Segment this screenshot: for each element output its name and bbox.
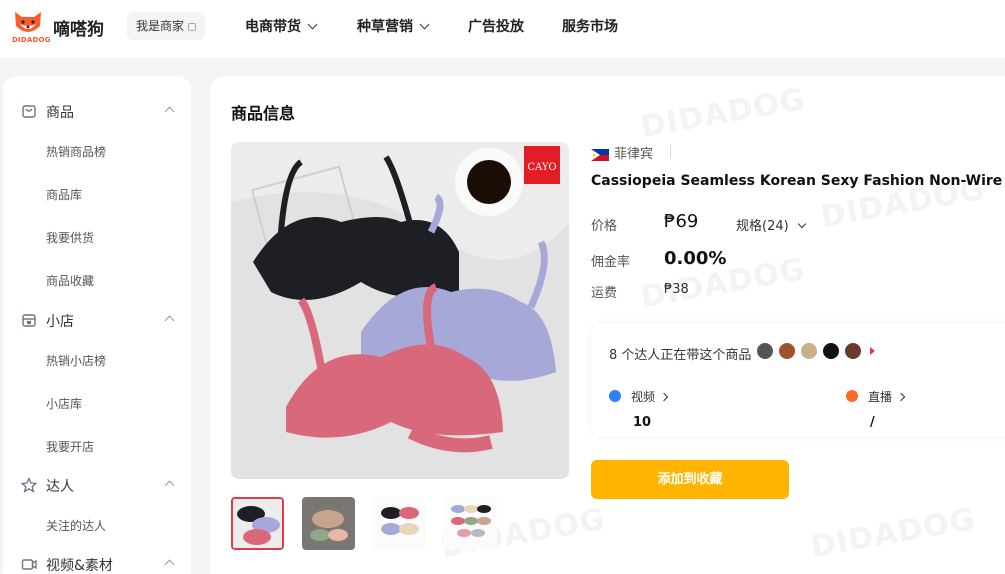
chevron-down-icon [419,19,430,30]
sidebar-group-label: 达人 [46,479,74,495]
shipping-label: 运费 [591,286,618,301]
chevron-down-icon [307,19,318,30]
thumbnail-image [233,499,282,548]
chevron-right-icon [659,392,669,402]
watermark: DIDADOG [638,81,808,146]
sidebar-item-product-library[interactable]: 商品库 [46,186,82,203]
spec-dropdown[interactable]: 规格(24) [736,215,806,234]
chevron-right-icon [896,392,906,402]
sidebar-group-label: 视频&素材 [46,558,113,574]
thumbnail-3[interactable] [373,497,426,550]
sidebar: 商品 热销商品榜 商品库 我要供货 商品收藏 小店 热销小店榜 小店库 我要开店… [3,76,191,574]
video-label: 视频 [631,390,656,404]
logo-cn-text: 嘀嗒狗 [53,20,104,40]
star-icon [21,477,37,493]
product-title: Cassiopeia Seamless Korean Sexy Fashion … [591,173,1005,189]
nav-service-market[interactable]: 服务市场 [562,16,618,36]
chevron-up-icon [164,315,175,326]
chevron-down-icon [797,219,806,229]
play-icon[interactable] [870,347,875,355]
nav-label: 服务市场 [562,19,618,35]
chevron-up-icon [164,106,175,117]
sidebar-item-shop-library[interactable]: 小店库 [46,395,82,412]
product-detail-panel: DIDADOG DIDADOG DIDADOG DIDADOG DIDADOG … [210,76,1005,574]
avatar[interactable] [844,342,862,360]
nav-label: 种草营销 [357,19,413,35]
sidebar-item-favorites[interactable]: 商品收藏 [46,272,94,289]
product-icon [22,105,36,118]
live-stat-icon [846,390,858,402]
shipping-value: ₱38 [664,282,689,297]
commission-label: 佣金率 [591,255,631,270]
logo[interactable]: DIDADOG 嘀嗒狗 [12,8,110,46]
commission-value: 0.00% [664,248,727,269]
thumbnail-image [444,497,497,550]
live-stat-link[interactable]: 直播 [868,388,906,405]
dog-logo-icon [15,12,41,32]
sidebar-item-hot-products[interactable]: 热销商品榜 [46,143,106,160]
thumbnail-image [373,497,426,550]
avatar[interactable] [756,342,774,360]
thumbnail-4[interactable] [444,497,497,550]
thumbnail-image [302,497,355,550]
nav-label: 电商带货 [245,19,301,35]
sidebar-group-label: 商品 [46,105,74,121]
thumbnail-2[interactable] [302,497,355,550]
philippines-flag-icon [591,148,609,161]
divider [670,144,671,158]
live-count: / [870,415,875,430]
avatar[interactable] [778,342,796,360]
region-label: 菲律宾 [614,147,654,162]
sidebar-group-influencers[interactable]: 达人 [3,473,191,497]
chevron-up-icon [164,559,175,570]
logo-en-text: DIDADOG [12,36,51,44]
external-link-icon [188,22,197,31]
nav-ads[interactable]: 广告投放 [468,16,524,36]
video-count: 10 [633,415,652,430]
nav-label: 广告投放 [468,19,524,35]
sidebar-item-supply[interactable]: 我要供货 [46,229,94,246]
influencer-card: 8 个达人正在带这个商品 视频 10 直播 / [591,324,1005,436]
influencer-count-text: 8 个达人正在带这个商品 [609,348,752,363]
price-value: ₱69 [664,211,699,232]
thumbnail-1[interactable] [231,497,284,550]
brand-label: CAYO [527,162,556,173]
nav-ecommerce[interactable]: 电商带货 [245,16,318,36]
sidebar-item-followed-influencers[interactable]: 关注的达人 [46,517,106,534]
video-stat-icon [609,390,621,402]
avatar[interactable] [800,342,818,360]
sidebar-group-video[interactable]: 视频&素材 [3,552,191,574]
sidebar-item-open-shop[interactable]: 我要开店 [46,438,94,455]
merchant-link[interactable]: 我是商家 [127,12,206,40]
top-navbar: DIDADOG 嘀嗒狗 我是商家 电商带货 种草营销 广告投放 服务市场 [0,0,1005,58]
spec-label: 规格(24) [736,219,789,234]
sidebar-group-shop[interactable]: 小店 [3,308,191,332]
chevron-up-icon [164,480,175,491]
product-image[interactable]: CAYO [231,142,569,479]
price-label: 价格 [591,219,618,234]
video-icon [21,559,37,570]
merchant-label: 我是商家 [136,19,185,33]
live-label: 直播 [868,390,893,404]
section-title: 商品信息 [231,104,296,123]
sidebar-group-label: 小店 [46,314,74,330]
watermark: DIDADOG [808,501,978,566]
video-stat-link[interactable]: 视频 [631,388,669,405]
nav-marketing[interactable]: 种草营销 [357,16,430,36]
sidebar-item-hot-shops[interactable]: 热销小店榜 [46,352,106,369]
add-to-favorites-button[interactable]: 添加到收藏 [591,460,789,499]
sidebar-group-products[interactable]: 商品 [3,99,191,123]
product-photo: CAYO [231,142,569,479]
region-row: 菲律宾 [591,143,653,162]
shop-icon [22,314,36,327]
avatar[interactable] [822,342,840,360]
